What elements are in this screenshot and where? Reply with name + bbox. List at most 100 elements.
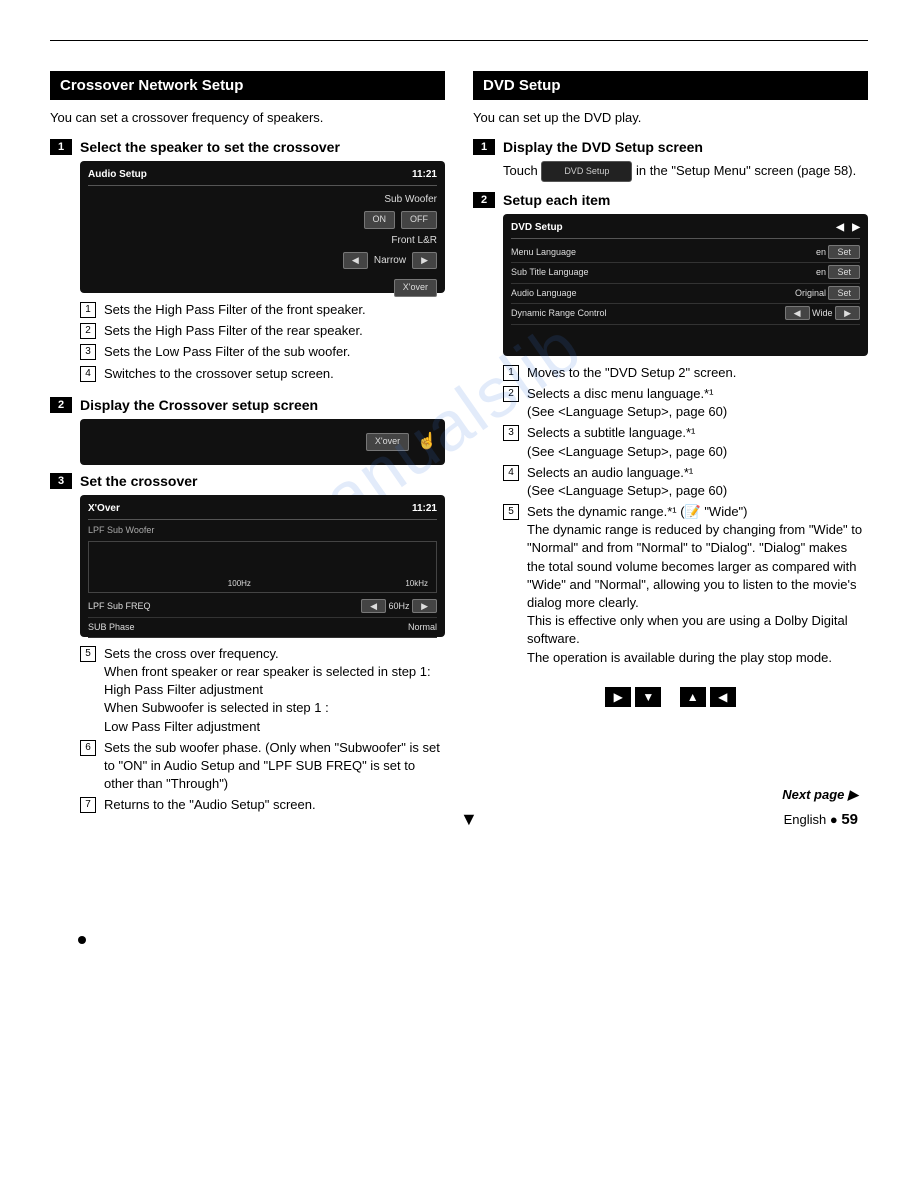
nav-left-icon: ◀ xyxy=(710,687,736,707)
ss-subwoofer-label: Sub Woofer xyxy=(384,192,437,207)
page-number: English ● 59 xyxy=(782,811,858,828)
crossover-intro: You can set a crossover frequency of spe… xyxy=(50,110,445,125)
nav-down-icon: ▼ xyxy=(635,687,661,707)
step-title-r1: Display the DVD Setup screen xyxy=(503,139,703,155)
touch-post: in the "Setup Menu" screen (page 58). xyxy=(636,163,856,178)
ss-row2-val: Normal xyxy=(408,621,437,635)
continuation-arrow-icon: ▼ xyxy=(460,809,478,830)
step-2-right: 2 Setup each item DVD Setup ◀ ▶ Menu Lang… xyxy=(473,192,868,707)
ss-row1-label: LPF Sub FREQ xyxy=(88,600,151,614)
dvd-row-label: Audio Language xyxy=(511,287,577,301)
arrow-left-icon: ◀ xyxy=(361,599,386,613)
touch-instruction: Touch DVD Setup in the "Setup Menu" scre… xyxy=(503,161,868,182)
section-header-crossover: Crossover Network Setup xyxy=(50,71,445,100)
arrow-left-icon: ◀ xyxy=(785,306,810,320)
step-num-3: 3 xyxy=(50,473,72,489)
nav-arrows: ◀ ▶ xyxy=(836,220,860,235)
dvd-row-label: Sub Title Language xyxy=(511,266,589,280)
callout-num: 6 xyxy=(80,740,96,756)
ss-front-label: Front L&R xyxy=(391,233,437,248)
step-num-r2: 2 xyxy=(473,192,495,208)
ss-on-btn: ON xyxy=(364,211,396,229)
callout-num: 5 xyxy=(503,504,519,520)
callouts-step3: 5 Sets the cross over frequency. When fro… xyxy=(80,645,445,815)
step-2-left: 2 Display the Crossover setup screen X'o… xyxy=(50,397,445,465)
callout-text: Moves to the "DVD Setup 2" screen. xyxy=(527,364,868,382)
callout-text: Selects an audio language.*¹ (See <Langu… xyxy=(527,464,868,500)
callout-text: Sets the cross over frequency. When fron… xyxy=(104,645,445,736)
next-page-label: Next page ▶ xyxy=(782,787,858,803)
step-1-right: 1 Display the DVD Setup screen Touch DVD… xyxy=(473,139,868,182)
callout-text: Sets the High Pass Filter of the rear sp… xyxy=(104,322,445,340)
dvd-row-label: Menu Language xyxy=(511,246,576,260)
arrow-right-icon: ▶ xyxy=(412,599,437,613)
dvd-intro: You can set up the DVD play. xyxy=(473,110,868,125)
ss-time: 11:21 xyxy=(412,167,437,182)
section-header-dvd: DVD Setup xyxy=(473,71,868,100)
right-column: DVD Setup You can set up the DVD play. 1… xyxy=(473,71,868,828)
ss-xover-title: X'Over xyxy=(88,501,120,516)
dvd-row-val: en xyxy=(816,247,826,257)
bullet-dot xyxy=(78,936,86,944)
ss-title-text: Audio Setup xyxy=(88,167,147,182)
ss-lpf-label: LPF Sub Woofer xyxy=(88,524,437,538)
ss-narrow-btn2: ▶ xyxy=(412,252,437,270)
callouts-step1: 1Sets the High Pass Filter of the front … xyxy=(80,301,445,383)
content-columns: Crossover Network Setup You can set a cr… xyxy=(50,71,868,828)
set-btn: Set xyxy=(828,245,860,259)
callout-text: Sets the dynamic range.*¹ (📝 "Wide") The… xyxy=(527,503,868,667)
ss-axis-2: 10kHz xyxy=(405,578,428,590)
callout-text: Selects a disc menu language.*¹ (See <La… xyxy=(527,385,868,421)
step-1-left: 1 Select the speaker to set the crossove… xyxy=(50,139,445,383)
lang-label: English xyxy=(784,812,827,827)
set-btn: Set xyxy=(828,265,860,279)
callout-num: 3 xyxy=(80,344,96,360)
callout-num: 7 xyxy=(80,797,96,813)
ss-axis-1: 100Hz xyxy=(228,578,251,590)
touch-pre: Touch xyxy=(503,163,541,178)
screenshot-xover: X'Over 11:21 LPF Sub Woofer 100Hz 10kHz L… xyxy=(80,495,445,637)
callout-text: Sets the High Pass Filter of the front s… xyxy=(104,301,445,319)
ss-xover-time: 11:21 xyxy=(412,501,437,516)
dvd-row-val: en xyxy=(816,267,826,277)
ss-off-btn: OFF xyxy=(401,211,437,229)
step-title-1: Select the speaker to set the crossover xyxy=(80,139,340,155)
set-btn: Set xyxy=(828,286,860,300)
callout-num: 2 xyxy=(80,323,96,339)
screenshot-xover-bar: X'over ☝ xyxy=(80,419,445,465)
step-num-1: 1 xyxy=(50,139,72,155)
nav-direction-icons: ▶▼ ▲◀ xyxy=(473,687,868,707)
callout-text: Sets the Low Pass Filter of the sub woof… xyxy=(104,343,445,361)
top-rule xyxy=(50,40,868,41)
ss-dvd-title: DVD Setup xyxy=(511,220,563,235)
hand-pointer-icon: ☝ xyxy=(417,430,437,454)
ss-narrow-btn: ◀ xyxy=(343,252,368,270)
ss-xover-btn: X'over xyxy=(394,279,437,297)
callout-text: Switches to the crossover setup screen. xyxy=(104,365,445,383)
step-num-r1: 1 xyxy=(473,139,495,155)
ss-row1-val: 60Hz xyxy=(389,601,410,611)
page-footer: Next page ▶ English ● 59 xyxy=(782,787,858,828)
callouts-dvd: 1Moves to the "DVD Setup 2" screen. 2Sel… xyxy=(503,364,868,667)
step-title-r2: Setup each item xyxy=(503,192,610,208)
ss-narrow-val: Narrow xyxy=(374,253,406,268)
nav-right-icon: ▶ xyxy=(605,687,631,707)
screenshot-dvd-setup: DVD Setup ◀ ▶ Menu Language en Set Sub Tit… xyxy=(503,214,868,356)
screenshot-audio-setup: Audio Setup 11:21 Sub Woofer ON OFF Front … xyxy=(80,161,445,293)
step-num-2: 2 xyxy=(50,397,72,413)
step-3-left: 3 Set the crossover X'Over11:21 LPF Sub … xyxy=(50,473,445,815)
left-column: Crossover Network Setup You can set a cr… xyxy=(50,71,445,828)
callout-num: 2 xyxy=(503,386,519,402)
arrow-right-icon: ▶ xyxy=(835,306,860,320)
callout-num: 3 xyxy=(503,425,519,441)
callout-num: 4 xyxy=(503,465,519,481)
callout-num: 5 xyxy=(80,646,96,662)
callout-text: Returns to the "Audio Setup" screen. xyxy=(104,796,445,814)
dvd-row-val: Wide xyxy=(812,308,833,318)
dvd-row-val: Original xyxy=(795,288,826,298)
dvd-row-label: Dynamic Range Control xyxy=(511,307,607,321)
nav-up-icon: ▲ xyxy=(680,687,706,707)
callout-text: Sets the sub woofer phase. (Only when "S… xyxy=(104,739,445,794)
ss-row2-label: SUB Phase xyxy=(88,621,135,635)
dvd-setup-button-graphic: DVD Setup xyxy=(541,161,632,181)
